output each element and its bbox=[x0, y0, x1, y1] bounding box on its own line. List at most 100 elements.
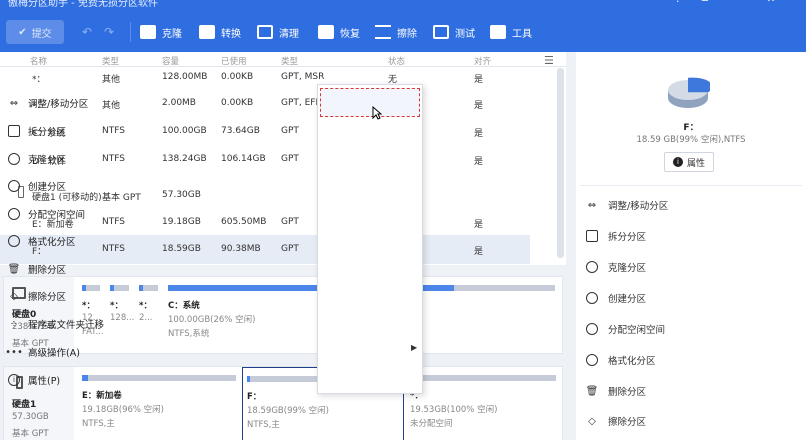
wipe-button[interactable]: 擦除 bbox=[375, 22, 417, 42]
menu-item-resize[interactable]: ⇔ 调整/移动分区 bbox=[8, 96, 88, 111]
clean-button[interactable]: 清理 bbox=[257, 22, 299, 42]
action-format[interactable]: 格式化分区 bbox=[586, 353, 656, 367]
action-resize[interactable]: ⇔ 调整/移动分区 bbox=[586, 198, 669, 213]
clean-label: 清理 bbox=[279, 28, 299, 40]
disk-row[interactable]: 硬盘1 (可移动的) 基本 GPT 57.30GB bbox=[0, 181, 530, 210]
menu-icon[interactable]: ≡ bbox=[697, 0, 713, 6]
part-label: E：新加卷 bbox=[82, 391, 122, 401]
restore-icon bbox=[318, 25, 334, 39]
clone-icon bbox=[140, 25, 156, 39]
selected-partition-label: F： bbox=[683, 123, 699, 133]
usage-fill bbox=[110, 285, 114, 291]
disk0-part-1[interactable]: *： 128... bbox=[106, 277, 134, 353]
part-fs: 未分配空间 bbox=[410, 419, 453, 429]
menu-label: 分配空闲空间 bbox=[28, 210, 86, 221]
title-toolbar: 傲梅分区助手 - 免费无损分区软件 ? ≡ — ✕ ✔ 提交 ↶ ↷ 克隆 转换… bbox=[0, 0, 806, 52]
test-icon bbox=[433, 25, 449, 39]
menu-item-erase[interactable]: ◇ 擦除分区 bbox=[8, 289, 67, 304]
action-label: 格式化分区 bbox=[608, 356, 656, 367]
submenu-arrow-icon: ▶ bbox=[411, 343, 418, 352]
table-row[interactable]: D：软件 NTFS 138.24GB 106.14GB GPT 是 bbox=[0, 145, 530, 174]
cell: GPT bbox=[281, 154, 299, 164]
usage-fill bbox=[82, 375, 89, 381]
action-erase[interactable]: ◇ 擦除分区 bbox=[586, 414, 647, 429]
table-row-selected[interactable]: F： NTFS 18.59GB 90.38MB GPT 是 bbox=[0, 235, 530, 264]
undo-icon[interactable]: ↶ bbox=[82, 25, 92, 39]
cell: 57.30GB bbox=[162, 190, 201, 200]
menu-item-properties[interactable]: i 属性(P) bbox=[8, 373, 60, 387]
cell: 是 bbox=[474, 101, 484, 111]
action-clone[interactable]: 克隆分区 bbox=[586, 260, 646, 274]
menu-item-advanced[interactable]: ••• 高级操作(A) bbox=[5, 345, 80, 360]
disk1-part-unallocated[interactable]: *： 19.53GB(100% 空闲) 未分配空间 bbox=[406, 367, 560, 440]
cell: 106.14GB bbox=[221, 154, 266, 164]
action-label: 调整/移动分区 bbox=[608, 201, 669, 212]
restore-button[interactable]: 恢复 bbox=[318, 22, 360, 42]
convert-button[interactable]: 转换 bbox=[199, 22, 241, 42]
cell: 138.24GB bbox=[162, 154, 207, 164]
disk0-card[interactable]: 硬盘0 238.47GB 基本 GPT *： 12... FAT... *： 1… bbox=[3, 276, 563, 354]
clone-partition-icon bbox=[8, 153, 20, 165]
tools-button[interactable]: 工具 bbox=[490, 22, 532, 42]
split-icon bbox=[586, 230, 598, 242]
cell: NTFS bbox=[102, 154, 125, 164]
format-icon bbox=[586, 354, 598, 366]
menu-item-split[interactable]: 拆分分区 bbox=[8, 124, 66, 138]
action-split[interactable]: 拆分分区 bbox=[586, 229, 646, 243]
menu-item-format[interactable]: 格式化分区 bbox=[8, 234, 76, 248]
part-label: *： bbox=[110, 301, 123, 311]
partition-pie-chart bbox=[668, 77, 710, 108]
disk1-name: 硬盘1 bbox=[12, 400, 37, 410]
menu-label: 克隆分区 bbox=[28, 155, 67, 166]
action-label: 分配空闲空间 bbox=[608, 325, 666, 336]
disk1-card[interactable]: 硬盘1 57.30GB 基本 GPT E：新加卷 19.18GB(96% 空闲)… bbox=[3, 366, 563, 440]
usage-fill bbox=[82, 285, 86, 291]
panel-splitter[interactable] bbox=[0, 265, 566, 273]
menu-item-migrate[interactable]: ⁘ 程序或文件夹迁移 bbox=[8, 317, 104, 332]
column-settings-icon[interactable]: ☰ bbox=[544, 54, 554, 67]
cell: 100.00GB bbox=[162, 126, 207, 136]
test-button[interactable]: 测试 bbox=[433, 22, 475, 42]
clone-button[interactable]: 克隆 bbox=[140, 22, 182, 42]
erase-icon: ◇ bbox=[10, 290, 18, 302]
table-row[interactable]: C：系统 NTFS 100.00GB 73.64GB GPT 是 bbox=[0, 117, 530, 146]
help-icon[interactable]: ? bbox=[670, 0, 686, 6]
disk0-part-2[interactable]: *： 2... bbox=[135, 277, 162, 353]
usage-bar bbox=[410, 375, 556, 381]
usage-fill bbox=[247, 376, 251, 382]
usage-fill bbox=[139, 285, 143, 291]
cell: 2.00MB bbox=[162, 98, 196, 108]
action-delete[interactable]: 🗑 删除分区 bbox=[586, 384, 646, 399]
cell: 是 bbox=[474, 247, 484, 257]
menu-item-create[interactable]: 创建分区 bbox=[8, 179, 66, 193]
part-label: F： bbox=[247, 392, 262, 402]
apply-button[interactable]: ✔ 提交 bbox=[6, 20, 64, 44]
disk1-part-e[interactable]: E：新加卷 19.18GB(96% 空闲) NTFS,主 bbox=[78, 367, 240, 440]
action-create[interactable]: 创建分区 bbox=[586, 291, 646, 305]
test-label: 测试 bbox=[455, 28, 475, 40]
cell: NTFS bbox=[102, 217, 125, 227]
menu-item-clone[interactable]: 克隆分区 bbox=[8, 152, 66, 166]
part-fs: NTFS,主 bbox=[247, 420, 280, 430]
properties-button[interactable]: i 属性 bbox=[664, 152, 714, 172]
action-label: 擦除分区 bbox=[608, 417, 647, 428]
format-icon bbox=[8, 235, 20, 247]
vertical-scrollbar[interactable] bbox=[557, 68, 564, 258]
part-fs: NTFS,主 bbox=[82, 419, 115, 429]
part-size: 19.53GB(100% 空闲) bbox=[410, 405, 498, 415]
cell: GPT bbox=[281, 244, 299, 254]
menu-label: 删除分区 bbox=[28, 265, 67, 276]
redo-icon[interactable]: ↷ bbox=[104, 25, 114, 39]
minimize-icon[interactable]: — bbox=[737, 0, 753, 6]
menu-label: 拆分分区 bbox=[28, 127, 67, 138]
cell: *： bbox=[32, 75, 46, 85]
action-allocate[interactable]: 分配空闲空间 bbox=[586, 322, 665, 336]
menu-item-allocate[interactable]: 分配空闲空间 bbox=[8, 207, 85, 221]
menu-label: 擦除分区 bbox=[28, 292, 67, 303]
menu-item-delete[interactable]: 🗑 删除分区 bbox=[8, 262, 67, 277]
properties-label: 属性 bbox=[686, 158, 705, 169]
cell: 18.59GB bbox=[162, 244, 201, 254]
disk0-part-0[interactable]: *： 12... FAT... bbox=[78, 277, 104, 353]
close-icon[interactable]: ✕ bbox=[763, 0, 779, 6]
table-row[interactable]: *： 其他 128.00MB 0.00KB GPT, MSR 无 是 bbox=[0, 63, 530, 92]
